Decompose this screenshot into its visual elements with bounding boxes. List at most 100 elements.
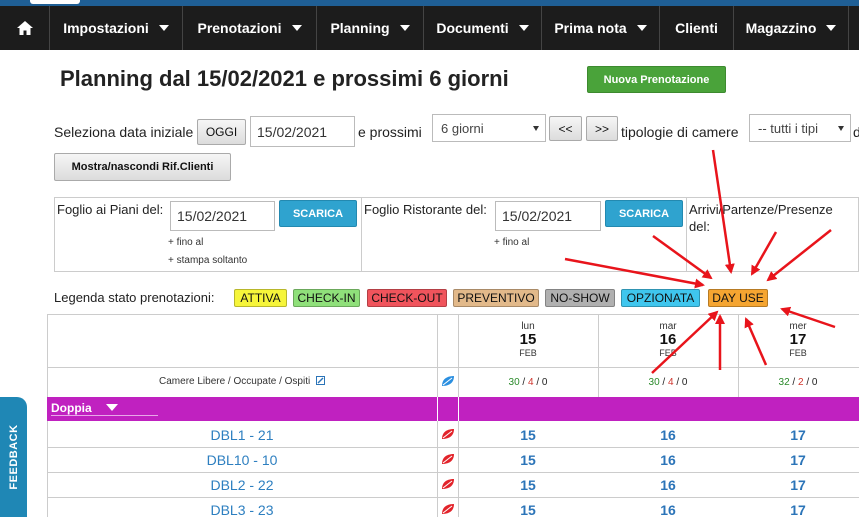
chevron-down-icon — [518, 25, 529, 31]
month: FEB — [659, 348, 677, 358]
day-cell[interactable]: 15 — [458, 502, 598, 517]
room-types-select[interactable]: -- tutti i tipi — [749, 114, 851, 142]
room-group-bar[interactable]: Doppia — [47, 397, 859, 421]
nav-clienti[interactable]: Clienti — [660, 6, 734, 50]
chevron-down-icon — [158, 25, 169, 31]
restaurant-sheet-label: Foglio Ristorante del: — [364, 202, 487, 217]
start-date-label: Seleziona data iniziale — [54, 124, 194, 140]
grid-line — [437, 397, 438, 421]
summary-label-text: Camere Libere / Occupate / Ospiti — [159, 376, 311, 387]
feedback-label: FEEDBACK — [8, 424, 20, 490]
next-days-label: e prossimi — [358, 124, 422, 140]
grid-line — [458, 397, 459, 421]
chevron-down-icon — [826, 25, 837, 31]
nav-planning[interactable]: Planning — [317, 6, 424, 50]
floor-sheet-date-input[interactable]: 15/02/2021 — [170, 201, 275, 231]
day-cell[interactable]: 17 — [728, 452, 859, 468]
restaurant-sheet-until-option[interactable]: + fino al — [494, 237, 529, 248]
occupied-count: 4 — [528, 377, 534, 388]
day-cell[interactable]: 15 — [458, 427, 598, 443]
main-navbar: Impostazioni Prenotazioni Planning Docum… — [0, 6, 859, 50]
floor-sheet-print-only-option[interactable]: + stampa soltanto — [168, 255, 247, 266]
free-count: 30 — [648, 377, 660, 388]
top-strip-tab[interactable] — [30, 0, 80, 4]
guests-count: 0 — [681, 377, 688, 388]
today-button[interactable]: OGGI — [197, 119, 246, 145]
presence-sheet-label: Arrivi/Partenze/Presenze del: — [689, 202, 833, 234]
nav-label: Planning — [330, 20, 390, 36]
nav-prenotazioni[interactable]: Prenotazioni — [183, 6, 317, 50]
grid-line — [47, 367, 859, 368]
leaf-red-icon[interactable] — [441, 428, 455, 440]
day-cell[interactable]: 16 — [598, 427, 738, 443]
day-header: mer 17 FEB — [728, 321, 859, 358]
nav-label: Documenti — [436, 20, 509, 36]
day-cell[interactable]: 17 — [728, 502, 859, 517]
grid-line — [47, 447, 859, 448]
leaf-red-icon[interactable] — [441, 478, 455, 490]
leaf-red-icon[interactable] — [441, 453, 455, 465]
floor-sheet-label: Foglio ai Piani del: — [57, 202, 164, 217]
day-cell[interactable]: 16 — [598, 477, 738, 493]
legend-badge-preventivo: PREVENTIVO — [453, 289, 539, 307]
legend-badge-day-use: DAY USE — [708, 289, 768, 307]
day-number: 17 — [789, 331, 807, 348]
summary-row-label: Camere Libere / Occupate / Ospiti — [47, 376, 437, 387]
month: FEB — [519, 348, 537, 358]
room-types-value: -- tutti i tipi — [758, 120, 818, 136]
room-row-name[interactable]: DBL2 - 22 — [47, 477, 437, 493]
nav-magazzino[interactable]: Magazzino — [734, 6, 849, 50]
nav-prima-nota[interactable]: Prima nota — [542, 6, 660, 50]
day-cell[interactable]: 15 — [458, 452, 598, 468]
room-group-selector[interactable]: Doppia — [51, 401, 158, 416]
days-select-value: 6 giorni — [441, 120, 484, 136]
next-period-button[interactable]: >> — [586, 116, 618, 141]
legend-badge-no-show: NO-SHOW — [545, 289, 615, 307]
floor-sheet-until-option[interactable]: + fino al — [168, 237, 203, 248]
free-count: 32 — [778, 377, 790, 388]
nav-label: Prenotazioni — [197, 20, 282, 36]
day-cell[interactable]: 15 — [458, 477, 598, 493]
day-header: lun 15 FEB — [458, 321, 598, 358]
new-booking-button[interactable]: Nuova Prenotazione — [587, 66, 726, 93]
day-cell[interactable]: 17 — [728, 477, 859, 493]
legend-badge-check-out: CHECK-OUT — [367, 289, 447, 307]
chevron-down-icon — [291, 25, 302, 31]
nav-impostazioni[interactable]: Impostazioni — [50, 6, 183, 50]
day-number: 16 — [659, 331, 677, 348]
legend-badge-check-in: CHECK-IN — [293, 289, 360, 307]
sheets-divider — [686, 197, 687, 272]
nav-label: Prima nota — [554, 20, 627, 36]
day-counts: 32 / 2 / 0 — [778, 377, 818, 388]
nav-label: Magazzino — [745, 20, 817, 36]
occupied-count: 4 — [668, 377, 674, 388]
nav-label: Impostazioni — [63, 20, 149, 36]
restaurant-sheet-date-input[interactable]: 15/02/2021 — [495, 201, 601, 231]
day-header: mar 16 FEB — [598, 321, 738, 358]
leaf-red-icon[interactable] — [441, 503, 455, 515]
nav-documenti[interactable]: Documenti — [424, 6, 542, 50]
restaurant-sheet-download-button[interactable]: SCARICA — [605, 200, 683, 227]
home-button[interactable] — [0, 6, 50, 50]
leaf-blue-icon[interactable] — [441, 375, 455, 387]
toggle-client-refs-button[interactable]: Mostra/nascondi Rif.Clienti — [54, 153, 231, 181]
prev-period-button[interactable]: << — [549, 116, 582, 141]
day-cell[interactable]: 16 — [598, 502, 738, 517]
chevron-down-icon — [105, 404, 118, 411]
start-date-input[interactable]: 15/02/2021 — [250, 116, 355, 147]
grid-line — [47, 497, 859, 498]
feedback-tab[interactable]: FEEDBACK — [0, 397, 27, 517]
day-cell[interactable]: 16 — [598, 452, 738, 468]
days-select[interactable]: 6 giorni — [432, 114, 546, 142]
edit-icon[interactable] — [315, 376, 325, 385]
room-row-name[interactable]: DBL10 - 10 — [47, 452, 437, 468]
day-counts: 30 / 4 / 0 — [648, 377, 688, 388]
day-cell[interactable]: 17 — [728, 427, 859, 443]
room-row-name[interactable]: DBL3 - 23 — [47, 502, 437, 517]
floor-sheet-download-button[interactable]: SCARICA — [279, 200, 357, 227]
grid-line — [47, 472, 859, 473]
chevron-down-icon — [838, 126, 844, 131]
page-title: Planning dal 15/02/2021 e prossimi 6 gio… — [60, 66, 509, 91]
nav-label: Clienti — [675, 20, 718, 36]
room-row-name[interactable]: DBL1 - 21 — [47, 427, 437, 443]
